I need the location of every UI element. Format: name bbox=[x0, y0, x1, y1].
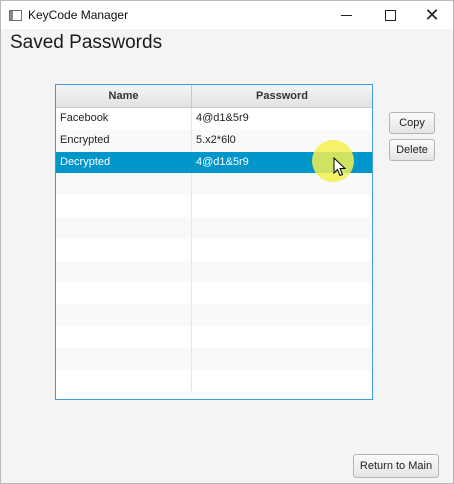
cell-name bbox=[56, 216, 192, 239]
cell-name bbox=[56, 347, 192, 370]
cell-name bbox=[56, 325, 192, 348]
close-button[interactable]: ✕ bbox=[413, 1, 451, 29]
cell-name bbox=[56, 304, 192, 326]
maximize-button[interactable] bbox=[371, 1, 409, 29]
cell-name bbox=[56, 260, 192, 283]
app-window: KeyCode Manager ✕ Saved Passwords Name P… bbox=[0, 0, 454, 484]
cell-password bbox=[192, 195, 372, 217]
cell-password: 4@d1&5r9 bbox=[196, 112, 249, 124]
cell-password bbox=[192, 348, 372, 370]
table-row[interactable] bbox=[56, 216, 372, 239]
cell-name bbox=[56, 282, 192, 305]
cell-name bbox=[56, 238, 192, 261]
table-header: Name Password bbox=[56, 85, 372, 108]
cell-name: Facebook bbox=[56, 108, 192, 130]
window-title: KeyCode Manager bbox=[28, 8, 129, 22]
cell-password bbox=[192, 370, 372, 392]
delete-button[interactable]: Delete bbox=[389, 139, 435, 161]
title-bar[interactable]: KeyCode Manager ✕ bbox=[1, 1, 453, 29]
cell-password bbox=[192, 239, 372, 261]
maximize-icon bbox=[384, 9, 396, 21]
table-row[interactable] bbox=[56, 238, 372, 261]
cell-name bbox=[56, 173, 192, 196]
cell-name: Encrypted bbox=[56, 129, 192, 152]
table-row[interactable] bbox=[56, 195, 372, 217]
column-header-password[interactable]: Password bbox=[192, 85, 372, 107]
return-to-main-button[interactable]: Return to Main bbox=[353, 454, 439, 478]
cell-name bbox=[56, 195, 192, 217]
copy-button[interactable]: Copy bbox=[389, 112, 435, 134]
column-header-name[interactable]: Name bbox=[56, 85, 192, 107]
close-icon: ✕ bbox=[424, 5, 440, 25]
app-icon bbox=[9, 10, 22, 21]
table-row[interactable] bbox=[56, 347, 372, 370]
cell-password bbox=[192, 261, 372, 283]
cell-password bbox=[192, 217, 372, 239]
cell-password bbox=[192, 282, 372, 304]
minimize-icon bbox=[340, 14, 352, 16]
passwords-table[interactable]: Name Password Facebook 4@d1&5r9 Encrypted 5… bbox=[55, 84, 373, 400]
cell-name bbox=[56, 369, 192, 392]
mouse-cursor-icon bbox=[333, 157, 346, 177]
table-row[interactable] bbox=[56, 260, 372, 283]
cell-password bbox=[192, 326, 372, 348]
table-row[interactable] bbox=[56, 282, 372, 305]
table-row[interactable] bbox=[56, 325, 372, 348]
table-row[interactable] bbox=[56, 369, 372, 392]
cell-name: Decrypted bbox=[56, 151, 192, 174]
table-row[interactable]: Facebook 4@d1&5r9 bbox=[56, 108, 372, 130]
cell-password bbox=[192, 304, 372, 326]
table-row[interactable] bbox=[56, 304, 372, 326]
minimize-button[interactable] bbox=[327, 1, 365, 29]
page-title: Saved Passwords bbox=[10, 32, 163, 53]
